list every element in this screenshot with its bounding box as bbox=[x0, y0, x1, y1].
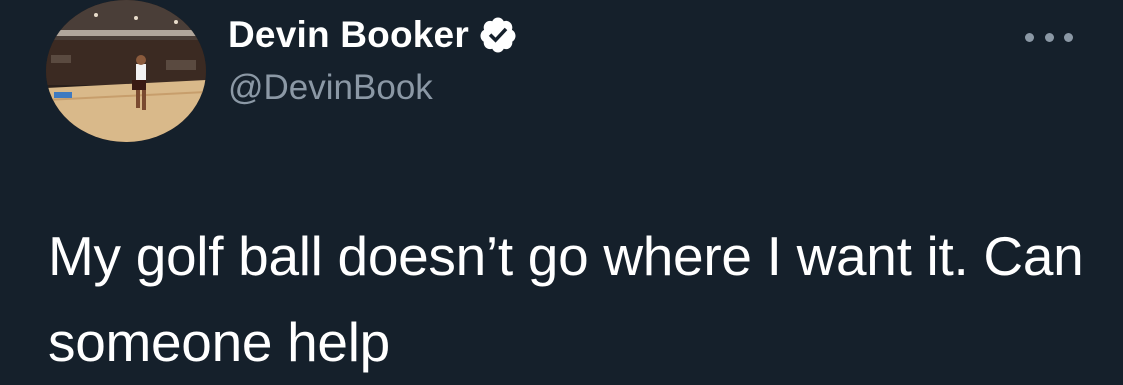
verified-badge-icon bbox=[480, 17, 516, 53]
more-dot bbox=[1064, 32, 1073, 42]
more-dot bbox=[1025, 32, 1034, 42]
more-dot bbox=[1044, 32, 1054, 42]
author-block: Devin Booker @DevinBook bbox=[228, 10, 518, 108]
user-handle[interactable]: @DevinBook bbox=[228, 68, 518, 108]
display-name[interactable]: Devin Booker bbox=[228, 14, 469, 56]
more-options-icon[interactable] bbox=[1025, 27, 1073, 47]
avatar[interactable] bbox=[46, 0, 206, 142]
name-row: Devin Booker bbox=[228, 10, 518, 60]
tweet-card: Devin Booker @DevinBook My golf ball doe… bbox=[0, 0, 1123, 374]
avatar-photo bbox=[46, 0, 206, 142]
tweet-text: My golf ball doesn’t go where I want it.… bbox=[48, 225, 1084, 373]
